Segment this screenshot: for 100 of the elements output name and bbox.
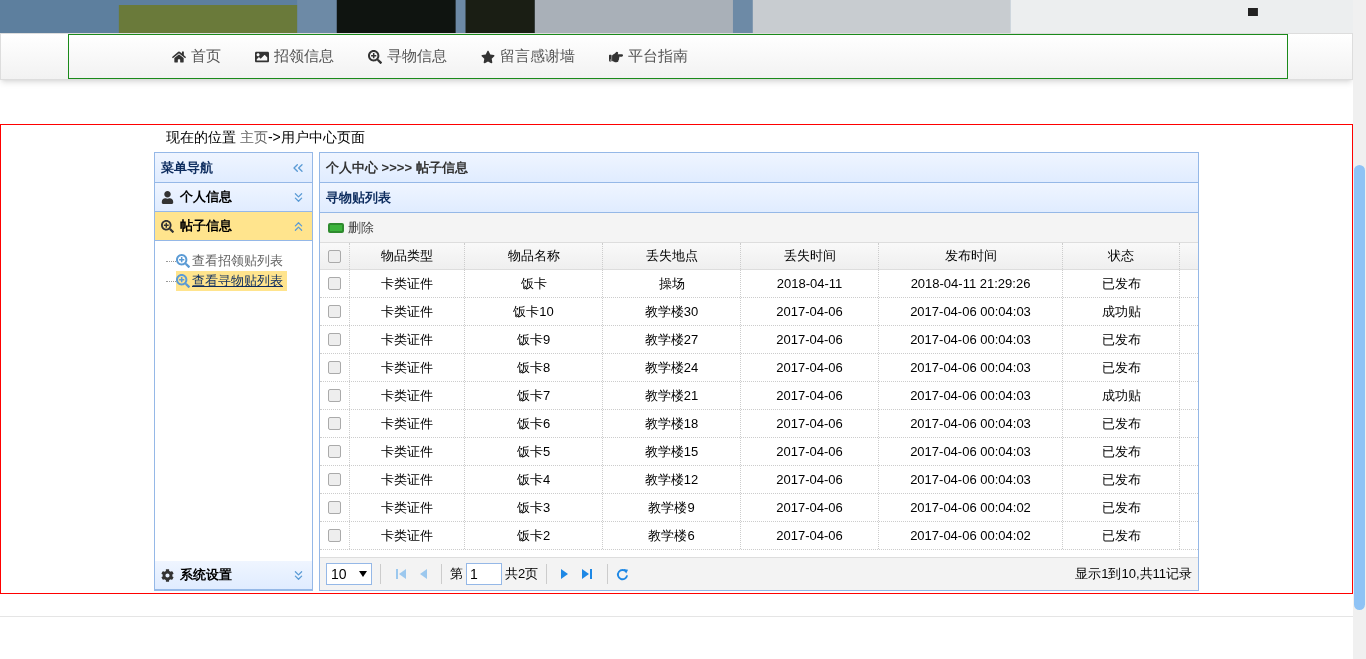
sidebar-title: 菜单导航 (161, 158, 213, 177)
table-cell: 卡类证件 (350, 522, 465, 549)
table-cell: 饭卡4 (465, 466, 603, 493)
pointing-hand-icon (609, 49, 623, 64)
home-link[interactable]: 主页 (239, 129, 268, 145)
delete-button[interactable]: 删除 (328, 217, 374, 238)
nav-link[interactable]: 留言感谢墙 (481, 45, 575, 68)
accordion-header[interactable]: 系统设置 (155, 561, 312, 590)
total-pages: 共2页 (505, 565, 539, 584)
last-page-icon[interactable] (581, 568, 594, 580)
row-checkbox[interactable] (328, 389, 341, 402)
column-header[interactable]: 丢失地点 (603, 243, 741, 269)
home-icon (172, 49, 186, 64)
magnifier-icon (161, 219, 174, 233)
table-cell: 饭卡2 (465, 522, 603, 549)
table-cell: 教学楼21 (603, 382, 741, 409)
table-cell: 2017-04-06 (741, 466, 879, 493)
column-header[interactable]: 发布时间 (879, 243, 1063, 269)
table-cell: 饭卡 (465, 270, 603, 297)
table-cell: 已发布 (1063, 494, 1180, 521)
star-icon (481, 49, 495, 64)
column-header[interactable]: 状态 (1063, 243, 1180, 269)
table-cell: 已发布 (1063, 354, 1180, 381)
table-cell: 教学楼6 (603, 522, 741, 549)
accordion-header[interactable]: 个人信息 (155, 183, 312, 212)
table-cell: 2017-04-06 (741, 410, 879, 437)
row-checkbox[interactable] (328, 445, 341, 458)
table-cell: 饭卡7 (465, 382, 603, 409)
column-header[interactable]: 丢失时间 (741, 243, 879, 269)
table-cell: 2017-04-06 00:04:02 (879, 522, 1063, 549)
accordion-header[interactable]: 帖子信息 (155, 212, 312, 241)
nav-link[interactable]: 首页 (172, 45, 221, 68)
image-icon (255, 49, 269, 64)
table-cell: 卡类证件 (350, 466, 465, 493)
section-label: 系统设置 (180, 566, 232, 585)
magnifier-icon (176, 254, 190, 268)
breadcrumb: 现在的位置 主页->用户中心页面 (166, 128, 366, 147)
table-cell: 教学楼15 (603, 438, 741, 465)
row-checkbox[interactable] (328, 277, 341, 290)
column-header[interactable]: 物品类型 (350, 243, 465, 269)
user-icon (161, 190, 174, 204)
page-label: 第 (450, 565, 463, 584)
table-cell: 2018-04-11 21:29:26 (879, 270, 1063, 297)
table-cell: 2017-04-06 00:04:03 (879, 354, 1063, 381)
table-cell: 教学楼24 (603, 354, 741, 381)
section-label: 个人信息 (180, 188, 232, 207)
table-cell: 已发布 (1063, 522, 1180, 549)
table-cell: 2017-04-06 00:04:03 (879, 326, 1063, 353)
row-checkbox[interactable] (328, 361, 341, 374)
table-cell: 操场 (603, 270, 741, 297)
table-cell: 已发布 (1063, 438, 1180, 465)
select-all-checkbox[interactable] (328, 249, 341, 263)
list-title: 寻物贴列表 (326, 188, 391, 207)
delete-icon (328, 222, 344, 233)
previous-page-icon[interactable] (419, 568, 427, 580)
scrollbar[interactable] (1353, 0, 1366, 659)
table-cell: 2017-04-06 (741, 354, 879, 381)
table-cell: 2017-04-06 00:04:02 (879, 494, 1063, 521)
magnifier-icon (368, 49, 382, 64)
table-cell: 卡类证件 (350, 326, 465, 353)
column-header[interactable]: 物品名称 (465, 243, 603, 269)
tree-item[interactable]: 查看招领贴列表 (176, 251, 287, 271)
table-cell: 2017-04-06 (741, 382, 879, 409)
table-cell: 已发布 (1063, 270, 1180, 297)
table-cell: 已发布 (1063, 410, 1180, 437)
refresh-icon[interactable] (616, 567, 630, 581)
row-checkbox[interactable] (328, 473, 341, 486)
panel-title: 个人中心 >>>> 帖子信息 (326, 158, 468, 177)
row-checkbox[interactable] (328, 333, 341, 346)
table-cell: 成功贴 (1063, 298, 1180, 325)
table-cell: 教学楼18 (603, 410, 741, 437)
nav-link[interactable]: 平台指南 (609, 45, 688, 68)
table-cell: 已发布 (1063, 466, 1180, 493)
row-checkbox[interactable] (328, 417, 341, 430)
section-label: 帖子信息 (180, 217, 232, 236)
nav-link[interactable]: 招领信息 (255, 45, 334, 68)
tree-item[interactable]: 查看寻物贴列表 (176, 271, 287, 291)
row-checkbox[interactable] (328, 501, 341, 514)
table-cell: 卡类证件 (350, 382, 465, 409)
nav-link[interactable]: 寻物信息 (368, 45, 447, 68)
table-cell: 2017-04-06 (741, 438, 879, 465)
table-cell: 教学楼27 (603, 326, 741, 353)
page-size-select[interactable]: 10 (326, 563, 372, 585)
gear-icon (161, 568, 174, 582)
row-checkbox[interactable] (328, 529, 341, 542)
table-cell: 卡类证件 (350, 270, 465, 297)
table-cell: 2017-04-06 (741, 298, 879, 325)
table-cell: 2017-04-06 (741, 326, 879, 353)
table-cell: 卡类证件 (350, 410, 465, 437)
page-number-field[interactable]: 1 (466, 563, 502, 585)
next-page-icon[interactable] (561, 568, 570, 580)
table-cell: 教学楼30 (603, 298, 741, 325)
table-cell: 2017-04-06 00:04:03 (879, 382, 1063, 409)
table-cell: 饭卡8 (465, 354, 603, 381)
row-checkbox[interactable] (328, 305, 341, 318)
table-cell: 2017-04-06 00:04:03 (879, 298, 1063, 325)
table-cell: 饭卡5 (465, 438, 603, 465)
table-cell: 饭卡10 (465, 298, 603, 325)
first-page-icon[interactable] (395, 568, 407, 580)
table-cell: 卡类证件 (350, 494, 465, 521)
